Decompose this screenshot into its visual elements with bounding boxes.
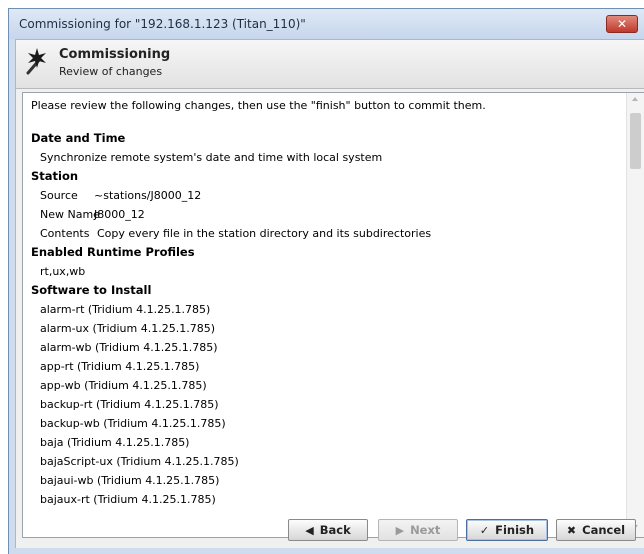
- list-item: alarm-wb (Tridium 4.1.25.1.785): [40, 341, 218, 354]
- contents-value: Copy every file in the station directory…: [97, 227, 432, 240]
- scroll-up-arrow-icon[interactable]: [632, 97, 638, 101]
- review-text: Please review the following changes, the…: [31, 99, 622, 509]
- commissioning-dialog: Commissioning for "192.168.1.123 (Titan_…: [8, 8, 644, 554]
- section-date-time: Date and Time: [31, 131, 126, 145]
- wizard-header: Commissioning Review of changes: [16, 40, 644, 89]
- finish-button[interactable]: ✓ Finish: [466, 519, 548, 541]
- station-new-name-row: New NameJ8000_12: [31, 205, 622, 224]
- scroll-thumb[interactable]: [630, 113, 641, 169]
- list-item: bajaScript-ux (Tridium 4.1.25.1.785): [40, 455, 239, 468]
- dialog-body: Commissioning Review of changes Please r…: [15, 39, 644, 548]
- new-name-label: New Name: [40, 208, 100, 221]
- contents-label: Contents: [40, 227, 90, 240]
- check-icon: ✓: [479, 523, 490, 537]
- list-item: alarm-rt (Tridium 4.1.25.1.785): [40, 303, 211, 316]
- back-button[interactable]: ◀ Back: [288, 519, 368, 541]
- finish-label: Finish: [495, 523, 535, 537]
- magic-wand-icon: [26, 48, 46, 75]
- intro-text: Please review the following changes, the…: [31, 99, 486, 112]
- list-item: bajaux-rt (Tridium 4.1.25.1.785): [40, 493, 216, 506]
- source-value: ~stations/J8000_12: [94, 189, 202, 202]
- cancel-x-icon: ✖: [566, 523, 577, 537]
- runtime-profiles-value: rt,ux,wb: [40, 265, 86, 278]
- section-software: Software to Install: [31, 283, 152, 297]
- list-item: app-wb (Tridium 4.1.25.1.785): [40, 379, 207, 392]
- wizard-title: Commissioning: [59, 47, 171, 62]
- close-button[interactable]: ✕: [606, 15, 638, 33]
- title-bar[interactable]: Commissioning for "192.168.1.123 (Titan_…: [9, 9, 644, 39]
- list-item: backup-wb (Tridium 4.1.25.1.785): [40, 417, 226, 430]
- wizard-subtitle: Review of changes: [59, 65, 163, 78]
- date-time-detail: Synchronize remote system's date and tim…: [40, 151, 383, 164]
- station-source-row: Source ~stations/J8000_12: [31, 186, 622, 205]
- close-icon: ✕: [616, 17, 628, 31]
- cancel-button[interactable]: ✖ Cancel: [556, 519, 636, 541]
- station-contents-row: Contents Copy every file in the station d…: [31, 224, 622, 243]
- source-label: Source: [40, 189, 78, 202]
- list-item: backup-rt (Tridium 4.1.25.1.785): [40, 398, 219, 411]
- next-button[interactable]: ▶ Next: [378, 519, 458, 541]
- section-runtime-profiles: Enabled Runtime Profiles: [31, 245, 195, 259]
- next-label: Next: [410, 523, 441, 537]
- list-item: baja (Tridium 4.1.25.1.785): [40, 436, 190, 449]
- section-station: Station: [31, 169, 79, 183]
- next-arrow-icon: ▶: [395, 523, 405, 537]
- vertical-scrollbar[interactable]: [626, 93, 644, 537]
- back-arrow-icon: ◀: [305, 523, 314, 537]
- back-label: Back: [319, 523, 351, 537]
- new-name-value: J8000_12: [94, 208, 145, 221]
- window-title: Commissioning for "192.168.1.123 (Titan_…: [19, 17, 306, 31]
- cancel-label: Cancel: [582, 523, 626, 537]
- review-panel[interactable]: Please review the following changes, the…: [22, 92, 644, 538]
- list-item: app-rt (Tridium 4.1.25.1.785): [40, 360, 200, 373]
- list-item: alarm-ux (Tridium 4.1.25.1.785): [40, 322, 215, 335]
- list-item: bajaui-wb (Tridium 4.1.25.1.785): [40, 474, 220, 487]
